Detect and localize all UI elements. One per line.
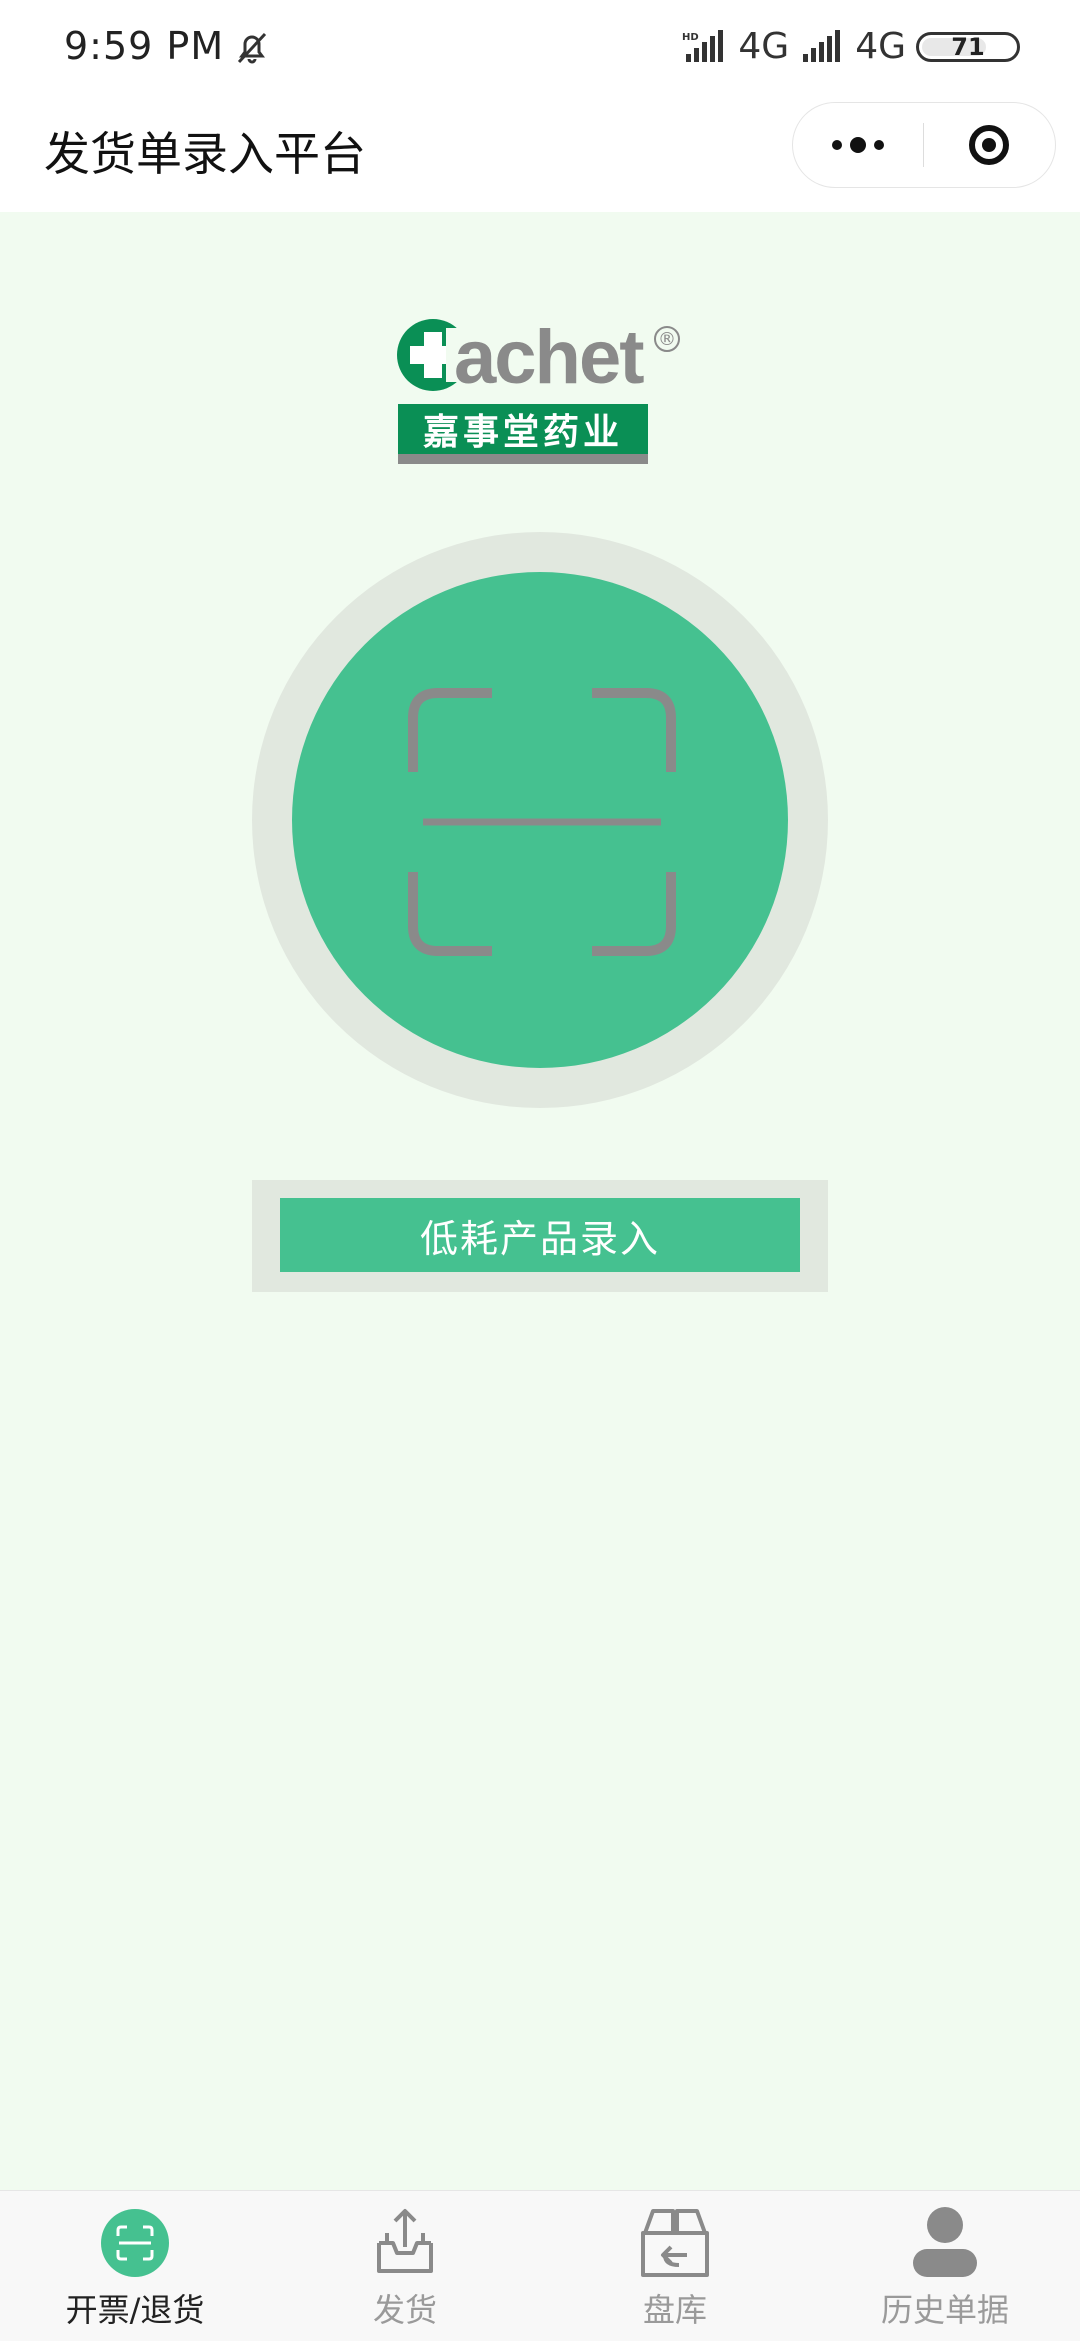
tab-ship[interactable]: 发货	[270, 2191, 540, 2341]
logo-wordmark: achet	[454, 315, 645, 400]
status-bar: 9:59 PM HD 4G 4G 71	[0, 0, 1080, 100]
tab-inventory[interactable]: 盘库	[540, 2191, 810, 2341]
registered-mark: ®	[654, 326, 680, 352]
tab-invoice-return[interactable]: 开票/退货	[0, 2191, 270, 2341]
scan-icon	[101, 2209, 169, 2277]
outbox-icon	[377, 2209, 433, 2273]
user-icon	[913, 2207, 977, 2277]
svg-text:HD: HD	[682, 32, 699, 43]
more-button[interactable]	[793, 103, 923, 187]
status-right: HD 4G 4G 71	[682, 26, 1020, 67]
mini-program-capsule	[792, 102, 1056, 188]
return-box-icon	[641, 2209, 709, 2277]
network-label-1: 4G	[738, 26, 790, 67]
more-dot-icon	[850, 137, 866, 153]
close-mini-program-button[interactable]	[924, 103, 1054, 187]
tab-label: 历史单据	[880, 2291, 1009, 2329]
tab-label: 开票/退货	[65, 2291, 205, 2329]
logo-chinese-name: 嘉事堂药业	[398, 404, 648, 454]
status-time: 9:59 PM	[64, 24, 225, 68]
more-dot-icon	[832, 140, 842, 150]
logo-underline	[398, 454, 648, 464]
low-consumption-button-frame: 低耗产品录入	[252, 1180, 828, 1292]
tab-history[interactable]: 历史单据	[810, 2191, 1080, 2341]
signal-icon	[803, 29, 841, 62]
tab-label: 发货	[372, 2291, 437, 2329]
signal-hd-icon: HD	[682, 29, 724, 62]
battery-icon: 71	[916, 31, 1020, 62]
battery-level: 71	[951, 32, 985, 61]
mute-bell-icon	[237, 32, 267, 64]
title-bar: 发货单录入平台	[0, 100, 1080, 212]
network-label-2: 4G	[855, 26, 906, 67]
bottom-tab-bar: 开票/退货 发货 盘库 历史单据	[0, 2190, 1080, 2341]
page-title: 发货单录入平台	[44, 127, 366, 181]
scan-icon	[408, 688, 676, 956]
brand-logo: achet ® 嘉事堂药业	[396, 315, 696, 464]
more-dot-icon	[874, 140, 884, 150]
tab-label: 盘库	[642, 2291, 707, 2329]
target-icon	[969, 125, 1009, 165]
low-consumption-entry-button[interactable]: 低耗产品录入	[280, 1198, 800, 1272]
